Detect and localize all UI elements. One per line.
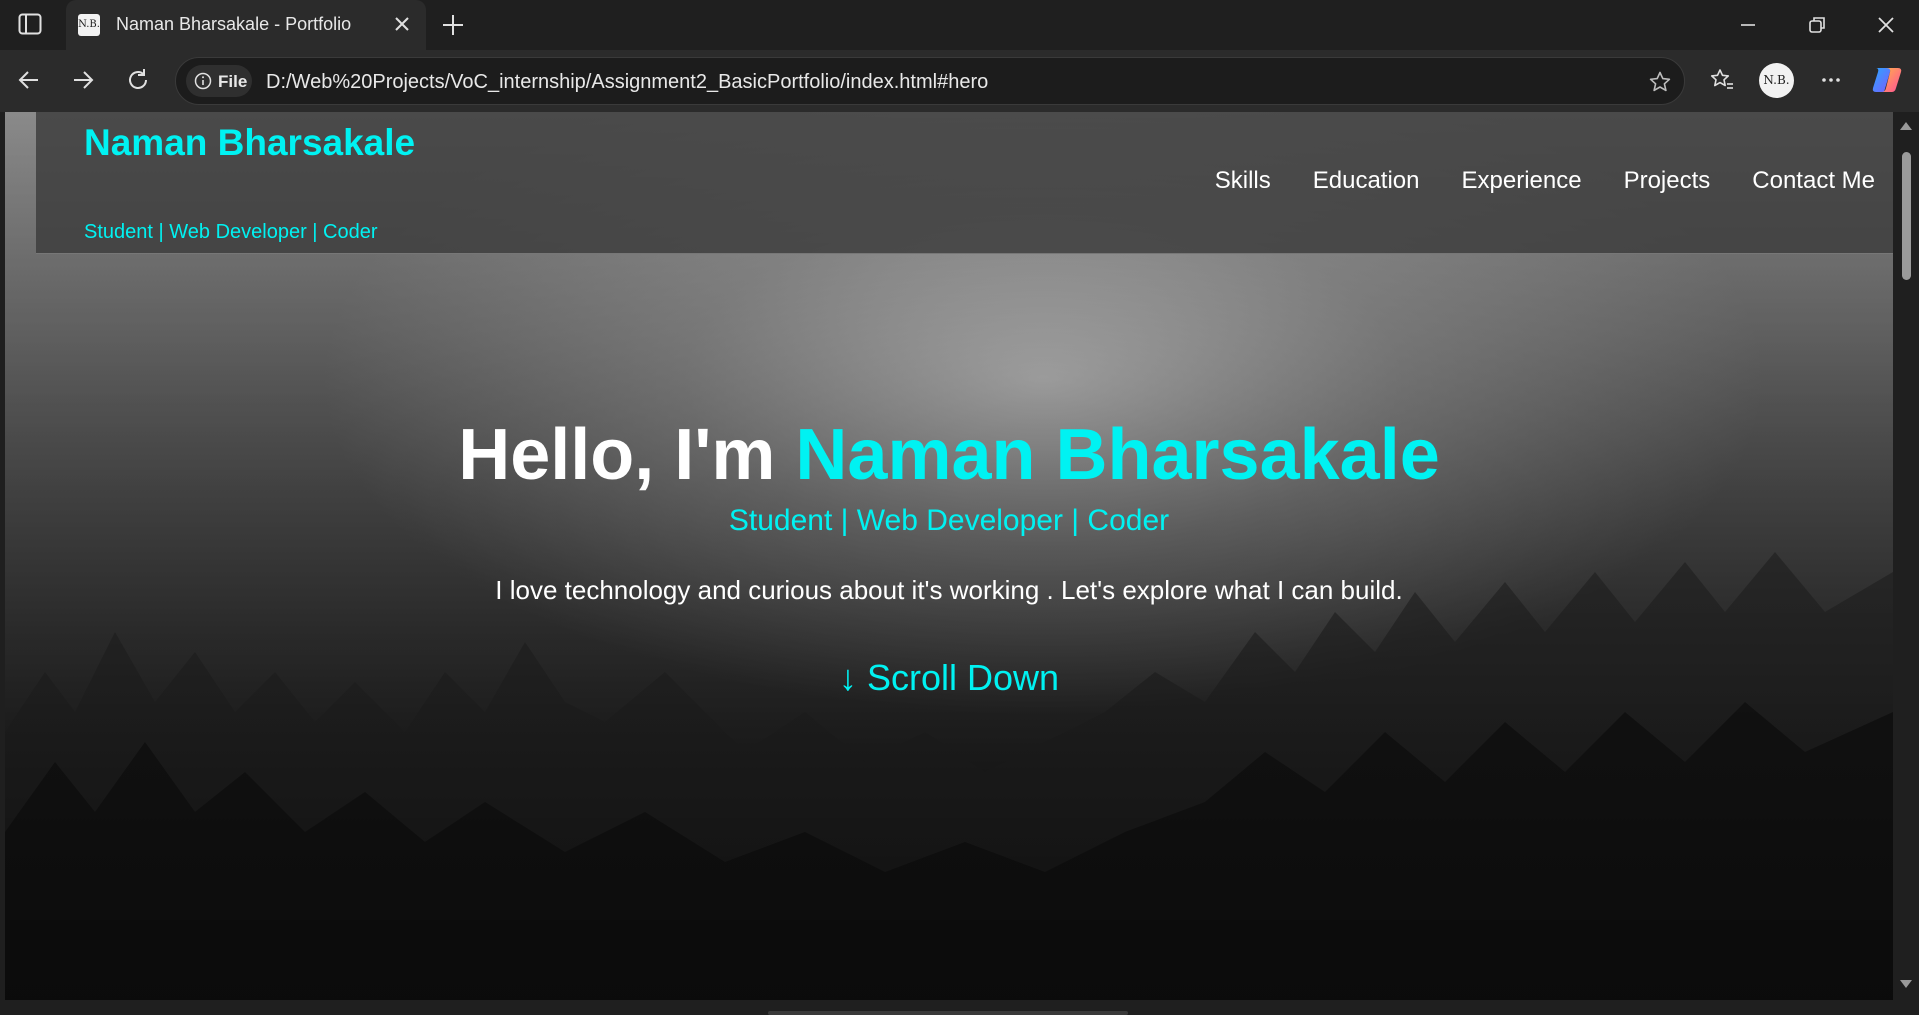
address-bar[interactable]: File D:/Web%20Projects/VoC_internship/As…: [175, 57, 1685, 105]
nav-link-contact-me[interactable]: Contact Me: [1752, 167, 1875, 195]
site-info-label: File: [218, 72, 248, 91]
hero-title-prefix: Hello, I'm: [458, 415, 796, 495]
browser-toolbar: File D:/Web%20Projects/VoC_internship/As…: [0, 50, 1919, 112]
hero-title: Hello, I'm Naman Bharsakale: [5, 414, 1893, 496]
site-header: Naman Bharsakale Skills Education Experi…: [36, 112, 1893, 254]
forward-arrow-icon[interactable]: [68, 65, 98, 95]
hero-title-name: Naman Bharsakale: [795, 415, 1440, 495]
browser-titlebar: N.B. Naman Bharsakale - Portfolio: [0, 0, 1919, 50]
brand-tagline: Student | Web Developer | Coder: [84, 221, 378, 243]
nav-link-experience[interactable]: Experience: [1462, 167, 1582, 195]
url-text[interactable]: D:/Web%20Projects/VoC_internship/Assignm…: [266, 71, 988, 94]
info-icon: [194, 72, 212, 90]
hscroll-thumb[interactable]: [768, 1011, 1128, 1015]
restore-icon[interactable]: [1802, 10, 1832, 40]
tab-favicon-icon: N.B.: [78, 14, 100, 36]
nav-link-projects[interactable]: Projects: [1624, 167, 1711, 195]
new-tab-plus-icon[interactable]: [440, 12, 466, 38]
brand-name[interactable]: Naman Bharsakale: [84, 122, 415, 164]
close-window-icon[interactable]: [1871, 10, 1901, 40]
favorites-icon[interactable]: [1707, 65, 1737, 95]
tab-title: Naman Bharsakale - Portfolio: [116, 14, 352, 34]
nav-link-skills[interactable]: Skills: [1215, 167, 1271, 195]
more-menu-icon[interactable]: [1816, 65, 1846, 95]
sidebar-toggle-icon[interactable]: [18, 13, 42, 35]
main-nav: Skills Education Experience Projects Con…: [1215, 167, 1875, 195]
browser-tab[interactable]: N.B. Naman Bharsakale - Portfolio: [66, 0, 426, 50]
scroll-down-link[interactable]: ↓ Scroll Down: [5, 657, 1893, 699]
vertical-scrollbar[interactable]: [1893, 112, 1919, 1000]
favorite-star-icon[interactable]: [1648, 70, 1672, 94]
nav-link-education[interactable]: Education: [1313, 167, 1420, 195]
horizontal-scrollbar[interactable]: [0, 1000, 1919, 1015]
scroll-up-arrow-icon[interactable]: [1900, 122, 1912, 130]
tab-close-icon[interactable]: [390, 12, 414, 36]
minimize-icon[interactable]: [1733, 10, 1763, 40]
site-info-button[interactable]: File: [186, 65, 252, 97]
hero-description: I love technology and curious about it's…: [495, 575, 1403, 605]
copilot-icon[interactable]: [1870, 64, 1904, 96]
hero-subtitle: Student | Web Developer | Coder: [728, 504, 1170, 537]
scroll-down-arrow-icon[interactable]: [1900, 980, 1912, 988]
scroll-thumb[interactable]: [1902, 152, 1911, 280]
back-arrow-icon[interactable]: [14, 65, 44, 95]
page-viewport: Naman Bharsakale Skills Education Experi…: [5, 112, 1893, 1000]
reload-icon[interactable]: [123, 65, 153, 95]
profile-avatar[interactable]: N.B.: [1759, 63, 1794, 98]
